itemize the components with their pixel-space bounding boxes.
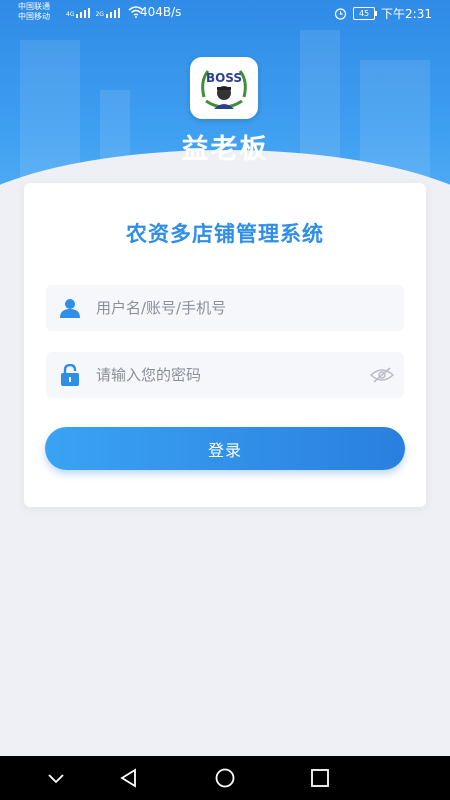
eye-hidden-icon[interactable] <box>370 365 394 385</box>
carrier-2: 中国移动 <box>18 12 50 21</box>
login-button[interactable]: 登录 <box>45 427 405 470</box>
password-field[interactable] <box>46 352 404 398</box>
username-input[interactable] <box>96 285 366 331</box>
signal-icon: 4G 2G <box>66 6 144 18</box>
system-title: 农资多店铺管理系统 <box>126 222 324 246</box>
app-logo: BOSS <box>190 57 258 119</box>
back-triangle-icon[interactable] <box>117 767 141 789</box>
system-nav-bar <box>0 756 450 800</box>
app-name: 益老板 <box>181 134 269 165</box>
logo-text: BOSS <box>206 71 242 85</box>
alarm-icon <box>334 8 347 20</box>
chevron-down-icon[interactable] <box>44 767 68 789</box>
network-1-label: 4G <box>66 11 75 18</box>
network-2-label: 2G <box>95 11 104 18</box>
network-speed: 404B/s <box>140 5 182 19</box>
login-card: 农资多店铺管理系统 登录 <box>24 183 426 507</box>
carrier-info: 中国联通 中国移动 <box>18 2 50 22</box>
password-input[interactable] <box>96 352 366 398</box>
clock: 下午2:31 <box>381 7 432 21</box>
home-circle-icon[interactable] <box>213 767 237 789</box>
lock-icon <box>61 364 79 386</box>
recent-square-icon[interactable] <box>308 767 332 789</box>
status-bar: 中国联通 中国移动 4G 2G 404B/s 45 下午2:31 <box>0 0 450 26</box>
carrier-1: 中国联通 <box>18 2 50 11</box>
battery-icon: 45 <box>353 7 378 20</box>
username-field[interactable] <box>46 285 404 331</box>
user-icon <box>60 299 80 318</box>
